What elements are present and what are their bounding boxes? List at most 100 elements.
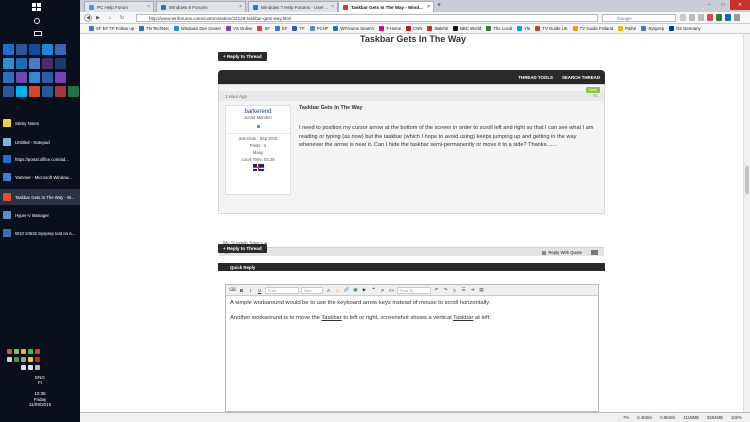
word-icon[interactable]	[42, 86, 53, 97]
close-tab-icon[interactable]: ×	[427, 4, 430, 10]
tray-icon[interactable]	[21, 349, 26, 354]
close-tab-icon[interactable]: ×	[239, 4, 242, 10]
font-select[interactable]: Font	[265, 286, 299, 294]
bookmark-item[interactable]: TN TechNet	[139, 26, 169, 31]
bookmark-item[interactable]: Windows Dev Center	[173, 26, 221, 31]
taskbar-item-active[interactable]: Taskbar Gets In The Way - W...	[0, 189, 80, 205]
access-icon[interactable]	[55, 86, 66, 97]
redo-icon[interactable]: ↷	[442, 287, 449, 294]
bookmark-item[interactable]: TV Guide Finland	[572, 26, 613, 31]
bookmark-item[interactable]: Sysprep	[641, 26, 664, 31]
browser-tab[interactable]: Windows 8 Forums ×	[156, 1, 246, 12]
editor-text[interactable]: A simple workaround would be to use the …	[230, 300, 592, 329]
taskbar-item[interactable]: Yammer - Microsoft Window...	[0, 169, 80, 185]
addon-icon[interactable]	[716, 14, 722, 21]
tray-icon[interactable]	[28, 357, 33, 362]
download-icon[interactable]	[689, 14, 695, 21]
menu-icon[interactable]	[734, 14, 740, 21]
network-icon[interactable]	[21, 365, 26, 370]
php-icon[interactable]: <>	[388, 287, 395, 294]
app-icon[interactable]	[3, 72, 14, 83]
volume-icon[interactable]	[28, 365, 33, 370]
reply-to-thread-button[interactable]: + Reply to Thread	[218, 244, 267, 253]
video-icon[interactable]: ▶	[361, 287, 368, 294]
tray-icon[interactable]	[7, 349, 12, 354]
taskbar-item[interactable]: Hyper-V Manager	[0, 207, 80, 223]
home-icon[interactable]	[698, 14, 704, 21]
bookmark-item[interactable]: WForums Search	[333, 26, 374, 31]
edge-icon[interactable]	[3, 44, 14, 55]
bookmark-item[interactable]: Iltalehti	[427, 26, 448, 31]
office-icon[interactable]	[3, 86, 14, 97]
cortana-search-icon[interactable]	[34, 18, 40, 24]
close-window-icon[interactable]: ✕	[730, 0, 750, 10]
quote-icon[interactable]: ❝	[370, 287, 377, 294]
word-icon[interactable]	[16, 44, 27, 55]
underline-button[interactable]: U	[256, 287, 263, 294]
italic-button[interactable]: I	[247, 287, 254, 294]
address-bar[interactable]: http://www.tenforums.com/customization/2…	[136, 13, 598, 22]
task-view-icon[interactable]	[34, 31, 42, 36]
thread-tools-menu[interactable]: THREAD TOOLS	[518, 75, 553, 80]
minimize-icon[interactable]: –	[702, 0, 716, 10]
store-icon[interactable]	[42, 44, 53, 55]
taskbar-item[interactable]: Sticky Notes	[0, 115, 80, 131]
browser-tab[interactable]: PC Help Forum ×	[84, 1, 154, 12]
tray-icon[interactable]	[35, 349, 40, 354]
bookmark-item[interactable]: T-Home	[378, 26, 401, 31]
bookmark-item[interactable]: CNN	[406, 26, 422, 31]
bookmark-item[interactable]: PCHF	[309, 26, 328, 31]
close-tab-icon[interactable]: ×	[331, 4, 334, 10]
size-select[interactable]: Size	[301, 286, 323, 294]
bookmark-item[interactable]: TV Guide UK	[535, 26, 568, 31]
browser-tab[interactable]: Windows 7 Help Forums - User ... ×	[248, 1, 338, 12]
list-icon[interactable]: ☰	[460, 287, 467, 294]
search-box[interactable]: Google	[602, 13, 676, 22]
smiley-icon[interactable]: ☺	[334, 287, 341, 294]
bookmark-item[interactable]: VS Online	[226, 26, 252, 31]
skype-icon[interactable]	[16, 86, 27, 97]
bookmark-item[interactable]: TF	[292, 26, 305, 31]
tray-icon[interactable]	[7, 357, 12, 362]
taskbar-item[interactable]: W10 10532 Sysprep test on A...	[0, 225, 80, 241]
vertical-scrollbar[interactable]	[743, 34, 750, 412]
app-icon[interactable]	[16, 58, 27, 69]
premiere-icon[interactable]	[42, 58, 53, 69]
tray-icon[interactable]	[14, 349, 19, 354]
forward-icon[interactable]: ▶	[94, 14, 102, 22]
scrollbar-thumb[interactable]	[745, 166, 749, 194]
reply-with-quote-button[interactable]: Reply With Quote	[542, 250, 582, 255]
quick-reply-header[interactable]: Quick Reply	[218, 263, 605, 271]
code-icon[interactable]: #	[379, 287, 386, 294]
bookmark-item[interactable]: BBC World	[453, 26, 481, 31]
indent-icon[interactable]: ⇥	[469, 287, 476, 294]
zoom-level[interactable]: 100%	[731, 415, 742, 420]
taskbar-item[interactable]: https://portal.office.com/ad...	[0, 151, 80, 167]
undo-icon[interactable]: ↶	[433, 287, 440, 294]
tray-icon[interactable]	[14, 357, 19, 362]
powerpoint-icon[interactable]	[29, 86, 40, 97]
app-icon[interactable]	[29, 72, 40, 83]
reply-editor[interactable]: ⌫ B I U Font Size A ☺ 🔗 ▣ ▶ ❝ # <> Post …	[225, 284, 599, 412]
reload-icon[interactable]: ↻	[118, 14, 126, 22]
input-language[interactable]: ENG FI	[0, 375, 80, 385]
tray-icon[interactable]	[21, 357, 26, 362]
bookmark-star-icon[interactable]	[680, 14, 686, 21]
app-icon[interactable]	[55, 72, 66, 83]
app-icon[interactable]	[55, 44, 66, 55]
tray-icon[interactable]	[28, 349, 33, 354]
app-icon[interactable]	[16, 72, 27, 83]
app-icon[interactable]	[42, 72, 53, 83]
tray-icon[interactable]	[35, 357, 40, 362]
search-thread-menu[interactable]: SEARCH THREAD	[562, 75, 600, 80]
link-icon[interactable]: 🔗	[343, 287, 350, 294]
pocket-icon[interactable]	[707, 14, 713, 21]
new-tab-button[interactable]: +	[437, 2, 441, 9]
maximize-icon[interactable]: □	[716, 0, 730, 10]
text-color-icon[interactable]: A	[325, 287, 332, 294]
post-template-select[interactable]: Post Te...	[397, 286, 431, 294]
reply-to-thread-button[interactable]: + Reply to Thread	[218, 52, 267, 61]
excel-icon[interactable]	[68, 86, 79, 97]
bold-button[interactable]: B	[238, 287, 245, 294]
bookmark-item[interactable]: SF EF TF Follow up	[89, 26, 134, 31]
